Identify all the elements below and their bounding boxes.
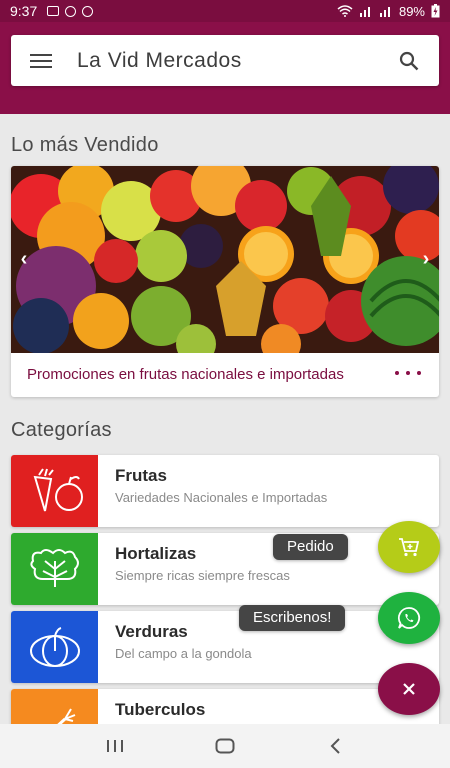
alert-notification-icon [82,5,94,17]
category-name: Tuberculos [115,700,206,719]
promo-caption[interactable]: Promociones en frutas nacionales e impor… [27,366,372,383]
fruits-icon [11,455,98,527]
category-description: Siempre ricas siempre frescas [115,568,290,583]
carousel-more-icon[interactable] [395,371,421,375]
system-nav-bar [0,724,450,768]
categories-title: Categorías [11,419,112,441]
signal-icon-2 [379,7,390,17]
category-description: Variedades Nacionales e Importadas [115,490,328,505]
app-search-bar[interactable]: La Vid Mercados [11,35,439,86]
carousel-prev-arrow-icon[interactable]: ‹ [13,246,35,272]
recent-apps-icon[interactable] [85,724,145,768]
promo-carousel[interactable]: ‹ › Promociones en frutas nacionales e i… [11,166,439,397]
menu-icon[interactable] [11,35,71,86]
spotify-notification-icon [65,5,77,17]
cart-icon [399,538,420,557]
close-icon [403,683,415,695]
whatsapp-icon [398,607,421,629]
category-card-hortalizas[interactable]: Hortalizas Siempre ricas siempre frescas [11,533,439,605]
order-fab-button[interactable] [378,521,440,573]
search-icon[interactable] [379,35,439,86]
best-sellers-title: Lo más Vendido [11,134,159,156]
status-bar: 9:37 89% [0,0,450,22]
category-card-frutas[interactable]: Frutas Variedades Nacionales e Importada… [11,455,439,527]
lettuce-icon [11,533,98,605]
close-fab-button[interactable] [378,663,440,715]
category-name: Verduras [115,622,188,641]
image-notification-icon [47,6,60,16]
home-icon[interactable] [195,724,255,768]
whatsapp-fab-label[interactable]: Escribenos! [239,605,346,631]
fruits-promo-image[interactable]: ‹ › [11,166,439,353]
category-card-verduras[interactable]: Verduras Del campo a la gondola [11,611,439,683]
battery-charging-icon [431,4,440,18]
status-time: 9:37 [10,3,38,19]
pumpkin-icon [11,611,98,683]
order-fab-label[interactable]: Pedido [273,534,348,560]
category-name: Frutas [115,466,167,485]
wifi-icon [337,5,353,17]
whatsapp-fab-button[interactable] [378,592,440,644]
battery-percent: 89% [398,3,425,19]
carousel-next-arrow-icon[interactable]: › [415,246,437,272]
signal-icon [359,7,370,17]
category-name: Hortalizas [115,544,197,563]
back-icon[interactable] [305,724,365,768]
category-description: Del campo a la gondola [115,646,252,661]
app-title: La Vid Mercados [77,48,242,72]
